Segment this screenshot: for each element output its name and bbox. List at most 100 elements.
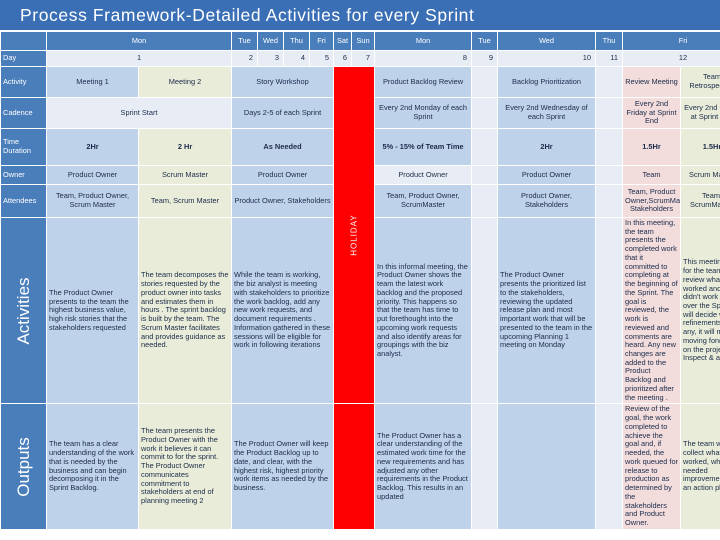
attendees-review-meeting: Team, Product Owner,ScrumMaster, Stakeho… <box>623 185 681 217</box>
duration-story-workshop: As Needed <box>232 129 334 165</box>
activities-detail-backlog-prioritization: The Product Owner presents the prioritiz… <box>498 218 596 404</box>
activities-detail-product-backlog-review: In this informal meeting, the Product Ow… <box>375 218 472 404</box>
activities-detail-meeting1: The Product Owner presents to the team t… <box>47 218 138 404</box>
activity-backlog-prioritization: Backlog Prioritization <box>498 67 596 97</box>
daynum-6: 6 <box>334 51 352 66</box>
daynum-12: 12 <box>623 51 720 66</box>
owner-spacer-thu11 <box>596 166 623 184</box>
slide-title-band: Process Framework-Detailed Activities fo… <box>0 0 720 30</box>
owner-meeting1: Product Owner <box>47 166 138 184</box>
outputs-review-meeting: Review of the goal, the work completed t… <box>623 404 681 529</box>
activity-team-retrospective: Team Retrospective <box>681 67 720 97</box>
daynum-2: 2 <box>232 51 258 66</box>
daynum-5: 5 <box>310 51 334 66</box>
attendees-meeting2: Team, Scrum Master <box>139 185 232 217</box>
row-label-time-duration: Time Duration <box>1 129 46 165</box>
dayname-tue-2: Tue <box>232 32 258 50</box>
row-label-outputs-vertical: Outputs <box>1 404 46 529</box>
cadence-every-2nd-wednesday: Every 2nd Wednesday of each Sprint <box>498 98 596 128</box>
page-title: Process Framework-Detailed Activities fo… <box>20 4 475 25</box>
dayname-thu-11: Thu <box>596 32 623 50</box>
outputs-meeting2: The team presents the Product Owner with… <box>139 404 232 529</box>
duration-spacer-thu11 <box>596 129 623 165</box>
duration-meeting1: 2Hr <box>47 129 138 165</box>
holiday-column-lower <box>334 404 375 529</box>
dayname-tue-9: Tue <box>472 32 498 50</box>
activities-detail-meeting2: The team decomposes the stories requeste… <box>139 218 232 404</box>
outputs-row: Outputs The team has a clear understandi… <box>1 404 720 529</box>
cadence-spacer-thu11 <box>596 98 623 128</box>
attendees-spacer-thu11 <box>596 185 623 217</box>
activity-spacer-tue9 <box>472 67 498 97</box>
attendees-meeting1: Team, Product Owner, Scrum Master <box>47 185 138 217</box>
dayname-wed-3: Wed <box>258 32 284 50</box>
daynum-11: 11 <box>596 51 623 66</box>
activities-vertical-label: Activities <box>13 277 33 345</box>
activities-detail-review-meeting: In this meeting, the team presents the c… <box>623 218 681 404</box>
activity-row: Activity Meeting 1 Meeting 2 Story Works… <box>1 67 720 404</box>
dayname-sat-6: Sat <box>334 32 352 50</box>
row-label-activities-vertical: Activities <box>1 218 46 404</box>
table-corner-cell <box>1 32 46 50</box>
attendees-story-workshop: Product Owner, Stakeholders <box>232 185 334 217</box>
activity-product-backlog-review: Product Backlog Review <box>375 67 472 97</box>
header-daynames-row: Mon Tue Wed Thu Fri Sat Sun Mon Tue Wed … <box>1 32 720 50</box>
row-label-cadence: Cadence <box>1 98 46 128</box>
owner-spacer-tue9 <box>472 166 498 184</box>
activities-detail-team-retrospective: This meeting is for the team to review w… <box>681 218 720 404</box>
activity-meeting2: Meeting 2 <box>139 67 232 97</box>
duration-spacer-tue9 <box>472 129 498 165</box>
duration-product-backlog-review: 5% - 15% of Team Time <box>375 129 472 165</box>
dayname-thu-4: Thu <box>284 32 310 50</box>
outputs-team-retrospective: The team will collect what worked, what … <box>681 404 720 529</box>
holiday-column: HOLIDAY <box>334 67 375 404</box>
dayname-sun-7: Sun <box>352 32 375 50</box>
cadence-sprint-start: Sprint Start <box>47 98 232 128</box>
outputs-product-backlog-review: The Product Owner has a clear understand… <box>375 404 472 529</box>
row-label-activity: Activity <box>1 67 46 97</box>
row-label-duration: Duration <box>3 146 31 155</box>
cadence-every-2nd-friday-1: Every 2nd Friday at Sprint End <box>623 98 681 128</box>
dayname-fri-12: Fri <box>623 32 720 50</box>
outputs-spacer-thu11 <box>596 404 623 529</box>
daynum-7: 7 <box>352 51 375 66</box>
cadence-days-2-5: Days 2-5 of each Sprint <box>232 98 334 128</box>
daynum-3: 3 <box>258 51 284 66</box>
owner-product-backlog-review: Product Owner <box>375 166 472 184</box>
owner-review-meeting: Team <box>623 166 681 184</box>
attendees-team-retrospective: Team, ScrumMaster <box>681 185 720 217</box>
cadence-every-2nd-friday-2: Every 2nd Friday at Sprint End <box>681 98 720 128</box>
outputs-story-workshop: The Product Owner will keep the Product … <box>232 404 334 529</box>
duration-backlog-prioritization: 2Hr <box>498 129 596 165</box>
daynum-8: 8 <box>375 51 472 66</box>
attendees-spacer-tue9 <box>472 185 498 217</box>
holiday-label: HOLIDAY <box>349 214 359 256</box>
daynum-1: 1 <box>47 51 232 66</box>
activity-review-meeting: Review Meeting <box>623 67 681 97</box>
attendees-backlog-prioritization: Product Owner, Stakeholders <box>498 185 596 217</box>
duration-review-meeting: 1.5Hr <box>623 129 681 165</box>
owner-story-workshop: Product Owner <box>232 166 334 184</box>
activities-detail-spacer-thu11 <box>596 218 623 404</box>
outputs-spacer-tue9 <box>472 404 498 529</box>
dayname-mon-1: Mon <box>47 32 232 50</box>
owner-backlog-prioritization: Product Owner <box>498 166 596 184</box>
activity-spacer-thu11 <box>596 67 623 97</box>
attendees-product-backlog-review: Team, Product Owner, ScrumMaster <box>375 185 472 217</box>
slide-root: Process Framework-Detailed Activities fo… <box>0 0 720 540</box>
cadence-spacer-tue9 <box>472 98 498 128</box>
cadence-every-2nd-monday: Every 2nd Monday of each Sprint <box>375 98 472 128</box>
owner-meeting2: Scrum Master <box>139 166 232 184</box>
day-numbers-row: Day 1 2 3 4 5 6 7 8 9 10 11 12 <box>1 51 720 66</box>
activities-detail-story-workshop: While the team is working, the biz analy… <box>232 218 334 404</box>
duration-meeting2: 2 Hr <box>139 129 232 165</box>
row-label-day: Day <box>1 51 46 66</box>
outputs-backlog-prioritization <box>498 404 596 529</box>
process-framework-table: Mon Tue Wed Thu Fri Sat Sun Mon Tue Wed … <box>0 31 720 530</box>
activity-story-workshop: Story Workshop <box>232 67 334 97</box>
dayname-wed-10: Wed <box>498 32 596 50</box>
outputs-vertical-label: Outputs <box>13 436 33 497</box>
dayname-mon-8: Mon <box>375 32 472 50</box>
duration-team-retrospective: 1.5Hr <box>681 129 720 165</box>
activities-detail-spacer-tue9 <box>472 218 498 404</box>
